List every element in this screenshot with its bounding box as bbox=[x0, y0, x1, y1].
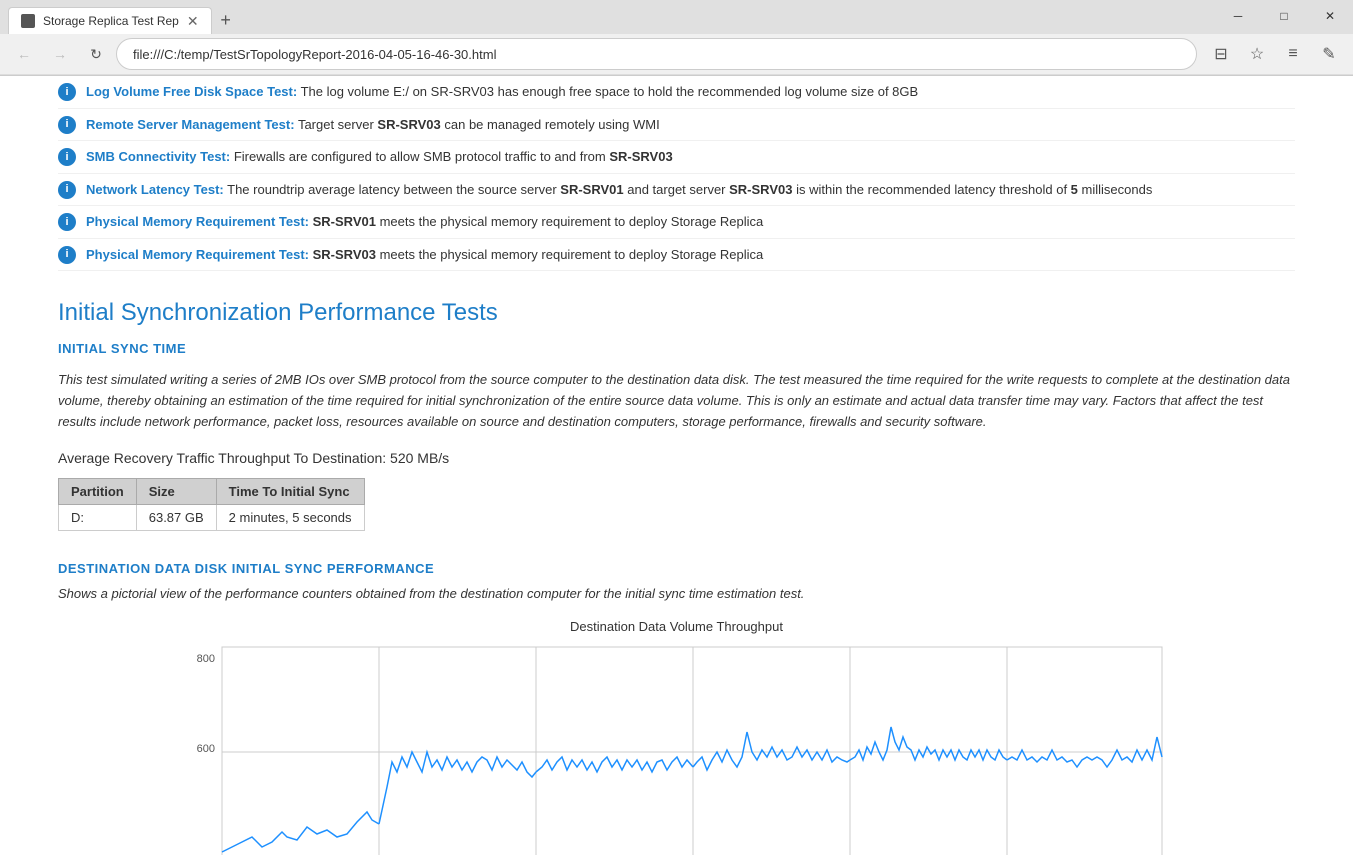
maximize-button[interactable]: □ bbox=[1261, 0, 1307, 32]
info-row-smb: i SMB Connectivity Test: Firewalls are c… bbox=[58, 141, 1295, 174]
memory-2-link[interactable]: Physical Memory Requirement Test: bbox=[86, 247, 309, 262]
remote-server-text: Target server SR-SRV03 can be managed re… bbox=[298, 117, 660, 132]
latency-text: The roundtrip average latency between th… bbox=[227, 182, 1152, 197]
sync-description: This test simulated writing a series of … bbox=[58, 370, 1295, 432]
log-volume-link[interactable]: Log Volume Free Disk Space Test: bbox=[86, 84, 297, 99]
table-header-partition: Partition bbox=[59, 479, 137, 505]
tab-bar: Storage Replica Test Rep ✕ + ─ □ ✕ bbox=[0, 0, 1353, 34]
chart-title: Destination Data Volume Throughput bbox=[187, 619, 1167, 634]
info-row-remote-server: i Remote Server Management Test: Target … bbox=[58, 109, 1295, 142]
smb-text: Firewalls are configured to allow SMB pr… bbox=[234, 149, 673, 164]
tools-button[interactable]: ✎ bbox=[1313, 38, 1345, 70]
reader-view-button[interactable]: ⊟ bbox=[1205, 38, 1237, 70]
active-tab[interactable]: Storage Replica Test Rep ✕ bbox=[8, 7, 212, 34]
browser-chrome: Storage Replica Test Rep ✕ + ─ □ ✕ ← → ↻… bbox=[0, 0, 1353, 76]
minimize-button[interactable]: ─ bbox=[1215, 0, 1261, 32]
svg-text:600: 600 bbox=[196, 743, 214, 755]
sync-table: Partition Size Time To Initial Sync D: 6… bbox=[58, 478, 365, 531]
table-row: D: 63.87 GB 2 minutes, 5 seconds bbox=[59, 505, 365, 531]
info-row-log-volume: i Log Volume Free Disk Space Test: The l… bbox=[58, 76, 1295, 109]
memory-1-text: SR-SRV01 meets the physical memory requi… bbox=[313, 214, 764, 229]
refresh-button[interactable]: ↻ bbox=[80, 38, 112, 70]
info-row-text-4: Network Latency Test: The roundtrip aver… bbox=[86, 180, 1152, 200]
smb-link[interactable]: SMB Connectivity Test: bbox=[86, 149, 230, 164]
chart-svg: 800 600 bbox=[187, 642, 1167, 855]
info-row-text-6: Physical Memory Requirement Test: SR-SRV… bbox=[86, 245, 763, 265]
info-icon: i bbox=[58, 83, 76, 101]
address-text: file:///C:/temp/TestSrTopologyReport-201… bbox=[133, 47, 496, 62]
info-row-text-2: Remote Server Management Test: Target se… bbox=[86, 115, 660, 135]
table-header-size: Size bbox=[136, 479, 216, 505]
info-icon-2: i bbox=[58, 116, 76, 134]
forward-button[interactable]: → bbox=[44, 38, 76, 70]
info-icon-6: i bbox=[58, 246, 76, 264]
remote-server-link[interactable]: Remote Server Management Test: bbox=[86, 117, 295, 132]
svg-text:800: 800 bbox=[196, 653, 214, 665]
new-tab-button[interactable]: + bbox=[212, 6, 240, 34]
table-header-time: Time To Initial Sync bbox=[216, 479, 364, 505]
table-cell-partition: D: bbox=[59, 505, 137, 531]
log-volume-text: The log volume E:/ on SR-SRV03 has enoug… bbox=[301, 84, 919, 99]
section-main-heading: Initial Synchronization Performance Test… bbox=[58, 299, 1295, 327]
info-row-text-5: Physical Memory Requirement Test: SR-SRV… bbox=[86, 212, 763, 232]
info-row-memory-2: i Physical Memory Requirement Test: SR-S… bbox=[58, 239, 1295, 272]
window-controls: ─ □ ✕ bbox=[1215, 0, 1353, 32]
info-row-text: Log Volume Free Disk Space Test: The log… bbox=[86, 82, 918, 102]
memory-1-link[interactable]: Physical Memory Requirement Test: bbox=[86, 214, 309, 229]
page-content: i Log Volume Free Disk Space Test: The l… bbox=[0, 76, 1353, 855]
tab-favicon bbox=[21, 14, 35, 28]
back-button[interactable]: ← bbox=[8, 38, 40, 70]
tab-title: Storage Replica Test Rep bbox=[43, 14, 179, 28]
menu-button[interactable]: ≡ bbox=[1277, 38, 1309, 70]
info-row-memory-1: i Physical Memory Requirement Test: SR-S… bbox=[58, 206, 1295, 239]
subsection-heading: INITIAL SYNC TIME bbox=[58, 341, 1295, 356]
info-icon-3: i bbox=[58, 148, 76, 166]
chart-description: Shows a pictorial view of the performanc… bbox=[58, 586, 1295, 601]
favorites-button[interactable]: ☆ bbox=[1241, 38, 1273, 70]
info-row-text-3: SMB Connectivity Test: Firewalls are con… bbox=[86, 147, 673, 167]
info-icon-5: i bbox=[58, 213, 76, 231]
memory-2-text: SR-SRV03 meets the physical memory requi… bbox=[313, 247, 764, 262]
nav-bar: ← → ↻ file:///C:/temp/TestSrTopologyRepo… bbox=[0, 34, 1353, 75]
info-icon-4: i bbox=[58, 181, 76, 199]
info-row-latency: i Network Latency Test: The roundtrip av… bbox=[58, 174, 1295, 207]
tab-close-button[interactable]: ✕ bbox=[187, 14, 199, 28]
latency-link[interactable]: Network Latency Test: bbox=[86, 182, 224, 197]
dest-section-heading: DESTINATION DATA DISK INITIAL SYNC PERFO… bbox=[58, 561, 1295, 576]
throughput-label: Average Recovery Traffic Throughput To D… bbox=[58, 450, 1295, 466]
address-bar[interactable]: file:///C:/temp/TestSrTopologyReport-201… bbox=[116, 38, 1197, 70]
nav-icons: ⊟ ☆ ≡ ✎ bbox=[1205, 38, 1345, 70]
table-cell-time: 2 minutes, 5 seconds bbox=[216, 505, 364, 531]
chart-area: 800 600 bbox=[187, 642, 1167, 855]
chart-container: Destination Data Volume Throughput 800 6… bbox=[187, 619, 1167, 855]
close-button[interactable]: ✕ bbox=[1307, 0, 1353, 32]
table-cell-size: 63.87 GB bbox=[136, 505, 216, 531]
